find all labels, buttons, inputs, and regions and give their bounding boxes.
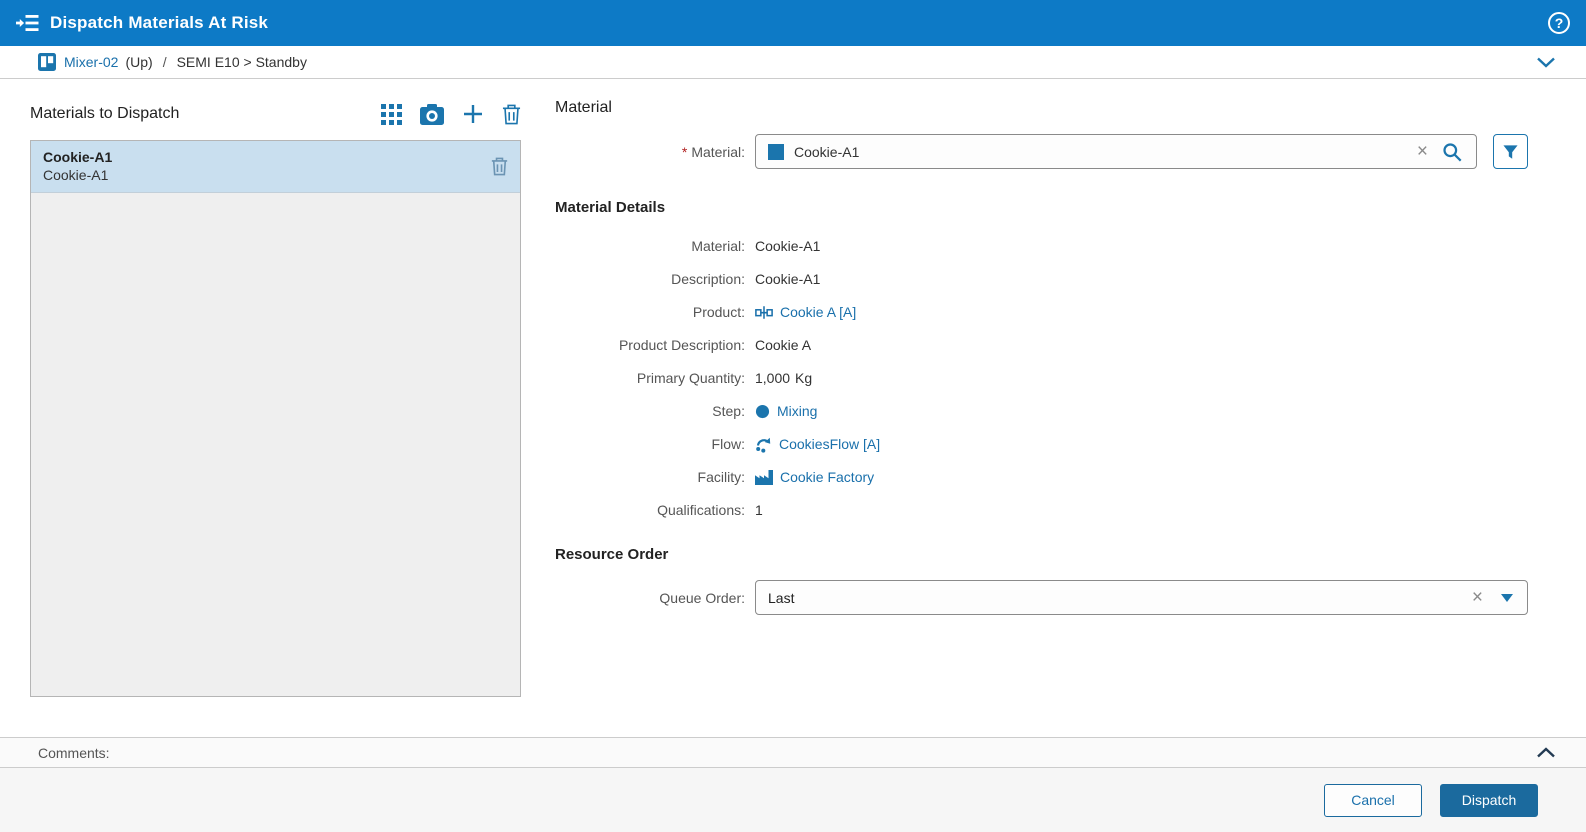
material-details-rows: Material: Cookie-A1 Description: Cookie-A1 P… (555, 236, 1528, 520)
search-icon[interactable] (1438, 142, 1466, 162)
facility-icon (755, 469, 773, 485)
chevron-down-icon[interactable] (1536, 57, 1556, 68)
detail-label: Material: (691, 238, 745, 254)
step-icon (755, 404, 770, 419)
detail-row: Primary Quantity: 1,000 Kg (555, 368, 1528, 388)
material-list-item[interactable]: Cookie-A1 Cookie-A1 (31, 141, 520, 193)
detail-row: Qualifications: 1 (555, 500, 1528, 520)
clear-icon[interactable]: × (1462, 588, 1493, 607)
detail-row: Product Description: Cookie A (555, 335, 1528, 355)
detail-row: Facility: Cookie Factory (555, 467, 1528, 487)
detail-value: Cookie A [A] (755, 304, 856, 320)
material-field-row: * Material: Cookie-A1 × (555, 134, 1528, 169)
flow-icon (755, 436, 772, 453)
materials-toolbar (380, 103, 521, 125)
help-icon[interactable]: ? (1548, 12, 1570, 34)
dispatch-list-icon (16, 13, 39, 33)
materials-list: Cookie-A1 Cookie-A1 (30, 140, 521, 697)
detail-row: Description: Cookie-A1 (555, 269, 1528, 289)
queue-order-select[interactable]: Last × (755, 580, 1528, 615)
unit-label: Kg (795, 370, 813, 386)
page-title: Dispatch Materials At Risk (50, 13, 269, 32)
detail-row: Flow: CookiesFlow [A] (555, 434, 1528, 454)
filter-button[interactable] (1493, 134, 1528, 169)
detail-label: Primary Quantity: (636, 370, 745, 386)
required-marker: * (681, 143, 688, 160)
facility-link[interactable]: Cookie Factory (755, 469, 874, 485)
title-bar: Dispatch Materials At Risk ? (0, 0, 1586, 46)
detail-label: Facility: (697, 469, 745, 485)
material-form-panel: Material * Material: Cookie-A1 × Material… (555, 99, 1528, 615)
detail-value: Cookie-A1 (755, 238, 821, 254)
product-link[interactable]: Cookie A [A] (755, 304, 856, 320)
detail-label: Product: (692, 304, 745, 320)
detail-row: Material: Cookie-A1 (555, 236, 1528, 256)
detail-value: Mixing (755, 403, 817, 419)
caret-down-icon[interactable] (1493, 593, 1515, 602)
product-icon (755, 305, 773, 320)
detail-label: Qualifications: (657, 502, 745, 518)
material-lookup-value: Cookie-A1 (794, 143, 860, 160)
material-swatch-icon (768, 143, 784, 160)
list-item-name: Cookie-A1 (43, 149, 113, 165)
detail-row: Product: Cookie A [A] (555, 302, 1528, 322)
resource-icon (38, 53, 56, 71)
material-section-heading: Material (555, 99, 612, 116)
resource-order-heading: Resource Order (555, 546, 669, 563)
material-field-label: * Material: (681, 143, 745, 160)
queue-order-value: Last (768, 589, 795, 606)
resource-e10-state: SEMI E10 > Standby (176, 54, 307, 70)
material-lookup-input[interactable]: Cookie-A1 × (755, 134, 1477, 169)
detail-value: Cookie A (755, 337, 812, 353)
cancel-button[interactable]: Cancel (1324, 783, 1422, 817)
chevron-up-icon[interactable] (1536, 747, 1556, 758)
camera-icon[interactable] (420, 103, 444, 125)
resource-breadcrumb-bar: Mixer-02 (Up) / SEMI E10 > Standby (0, 46, 1586, 79)
detail-value: CookiesFlow [A] (755, 436, 880, 453)
step-link[interactable]: Mixing (755, 403, 817, 419)
flow-link[interactable]: CookiesFlow [A] (755, 436, 880, 453)
materials-panel-title: Materials to Dispatch (30, 105, 180, 122)
queue-order-field-row: Queue Order: Last × (555, 580, 1528, 615)
detail-value: Cookie Factory (755, 469, 874, 485)
grid-view-icon[interactable] (380, 103, 402, 125)
detail-value: 1 (755, 502, 763, 518)
dispatch-button[interactable]: Dispatch (1440, 783, 1538, 817)
add-icon[interactable] (462, 103, 484, 125)
comments-bar[interactable]: Comments: (0, 737, 1586, 768)
detail-row: Step: Mixing (555, 401, 1528, 421)
breadcrumb-separator: / (162, 54, 167, 70)
detail-value: Cookie-A1 (755, 271, 821, 287)
delete-icon[interactable] (502, 104, 521, 125)
comments-label: Comments: (38, 744, 110, 761)
trash-icon[interactable] (491, 157, 508, 176)
clear-icon[interactable]: × (1407, 142, 1438, 161)
resource-state: (Up) (125, 54, 153, 70)
detail-label: Step: (712, 403, 745, 419)
material-details-heading: Material Details (555, 199, 666, 216)
detail-label: Product Description: (618, 337, 745, 353)
detail-label: Description: (671, 271, 745, 287)
queue-order-label: Queue Order: (659, 589, 745, 606)
footer-actions: Cancel Dispatch (0, 768, 1586, 832)
resource-link[interactable]: Mixer-02 (64, 54, 118, 70)
list-item-description: Cookie-A1 (43, 167, 109, 183)
detail-value: 1,000 Kg (755, 370, 813, 386)
materials-panel-header: Materials to Dispatch (30, 99, 521, 129)
detail-label: Flow: (711, 436, 745, 452)
